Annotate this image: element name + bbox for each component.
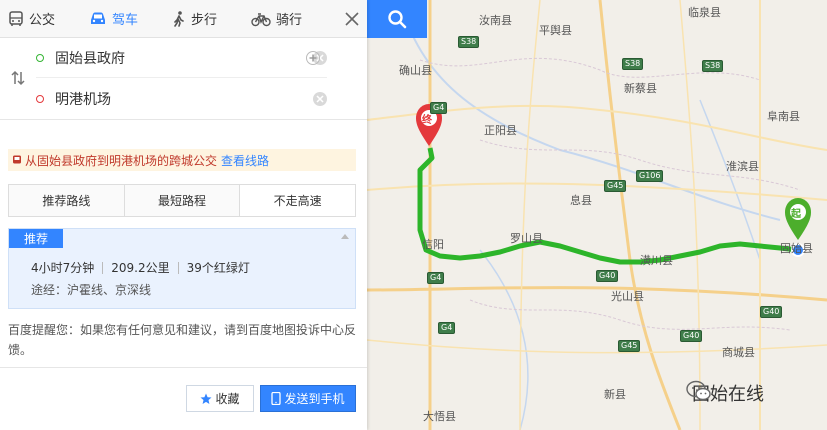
walk-icon (174, 10, 184, 27)
tab-recommended[interactable]: 推荐路线 (9, 185, 125, 216)
highway-shield: S38 (622, 58, 644, 70)
map-city-label: 平舆县 (539, 24, 572, 37)
travel-mode-tabs: 公交 驾车 步行 骑行 (0, 0, 367, 38)
end-input[interactable]: 明港机场 (55, 89, 313, 109)
map-city-label: 阜南县 (767, 110, 800, 123)
swap-button[interactable] (10, 70, 26, 89)
map-city-label: 临泉县 (688, 6, 721, 19)
divider (177, 261, 179, 274)
map-city-label: 息县 (570, 194, 592, 207)
map-city-label: 新县 (604, 388, 626, 401)
favorite-button[interactable]: 收藏 (186, 385, 254, 412)
start-marker-label: 起 (791, 209, 801, 220)
plus-icon (309, 54, 317, 62)
close-button[interactable] (337, 0, 367, 38)
feedback-reminder: 百度提醒您：如果您有任何意见和建议，请到百度地图投诉中心反馈。 (8, 323, 357, 357)
star-icon (200, 393, 212, 404)
tab-walk[interactable]: 步行 (164, 0, 225, 38)
duration: 4小时7分钟 (31, 261, 95, 275)
clear-icon (316, 95, 324, 103)
tab-drive-label: 驾车 (112, 13, 139, 28)
close-icon (345, 11, 359, 26)
highway-shield: G40 (596, 270, 619, 282)
bike-icon (251, 12, 271, 26)
end-dot-icon (36, 95, 44, 103)
favorite-label: 收藏 (215, 392, 240, 406)
phone-icon (271, 392, 282, 405)
map-city-label: 新蔡县 (624, 82, 657, 95)
start-dot-icon (36, 53, 44, 62)
swap-icon (11, 70, 25, 86)
tab-avoid-highway[interactable]: 不走高速 (240, 185, 356, 216)
map-city-label: 汝南县 (479, 14, 512, 27)
clear-end-button[interactable] (313, 92, 327, 106)
distance: 209.2公里 (111, 261, 170, 275)
add-waypoint-button[interactable] (306, 51, 320, 65)
tab-bike[interactable]: 骑行 (243, 0, 310, 38)
bus-icon (9, 10, 23, 26)
send-to-phone-button[interactable]: 发送到手机 (260, 385, 356, 412)
highway-shield: G4 (430, 102, 448, 114)
wechat-icon (686, 380, 711, 401)
start-input[interactable]: 固始县政府 (55, 48, 313, 68)
start-field[interactable]: 固始县政府 (36, 38, 327, 78)
end-marker-label: 终 (422, 115, 432, 126)
bus-tip-text: 从固始县政府到明港机场的跨城公交 (25, 153, 218, 168)
watermark: 固始在线 (686, 380, 764, 406)
map-city-label: 大悟县 (423, 410, 456, 423)
map-city-label: 商城县 (722, 346, 755, 359)
map-city-label: 固始县 (780, 242, 813, 255)
search-icon (388, 10, 407, 29)
tab-transit-label: 公交 (29, 13, 56, 28)
highway-shield: G40 (680, 330, 703, 342)
highway-shield: G4 (438, 322, 456, 334)
tab-drive[interactable]: 驾车 (81, 0, 146, 38)
traffic-lights: 39个红绿灯 (186, 261, 250, 275)
highway-shield: G45 (604, 180, 627, 192)
map-city-label: 淮滨县 (726, 160, 759, 173)
highway-shield: G4 (427, 272, 445, 284)
search-button[interactable] (367, 0, 427, 38)
tab-transit[interactable]: 公交 (0, 0, 63, 38)
map-city-label: 确山县 (399, 64, 432, 77)
divider (0, 367, 367, 368)
chevron-up-icon[interactable] (341, 233, 349, 239)
highway-shield: S38 (702, 60, 724, 72)
map-city-label: 信阳 (422, 238, 444, 251)
route-panel: 公交 驾车 步行 骑行 固始县政府 明港机场 从固始县政府到明港机场的跨城公交 … (0, 0, 367, 430)
map-city-label: 光山县 (611, 290, 644, 303)
recommended-badge: 推荐 (9, 229, 63, 248)
route-preference-tabs: 推荐路线 最短路程 不走高速 (8, 184, 356, 217)
highway-shield: G40 (760, 306, 783, 318)
cross-city-bus-tip: 从固始县政府到明港机场的跨城公交 查看线路 (8, 149, 356, 171)
highway-shield: S38 (458, 36, 480, 48)
map-city-label: 潢川县 (640, 254, 673, 267)
highway-shield: G106 (636, 170, 664, 182)
tab-bike-label: 骑行 (276, 13, 303, 28)
view-bus-lines-link[interactable]: 查看线路 (221, 152, 269, 169)
end-field[interactable]: 明港机场 (36, 79, 327, 119)
route-summary-card[interactable]: 推荐 4小时7分钟 209.2公里 39个红绿灯 途经：沪霍线、京深线 (8, 228, 356, 309)
via-roads: 途经：沪霍线、京深线 (31, 283, 152, 297)
car-icon (91, 12, 106, 24)
map-city-label: 正阳县 (484, 124, 517, 137)
map-city-label: 罗山县 (510, 232, 543, 245)
highway-shield: G45 (618, 340, 641, 352)
send-to-phone-label: 发送到手机 (284, 392, 345, 406)
route-stats: 4小时7分钟 209.2公里 39个红绿灯 (31, 259, 250, 276)
bus-tip-icon (13, 155, 21, 164)
tab-shortest[interactable]: 最短路程 (124, 185, 241, 216)
tab-walk-label: 步行 (191, 13, 218, 28)
route-inputs: 固始县政府 明港机场 (0, 38, 367, 120)
divider (102, 261, 104, 274)
